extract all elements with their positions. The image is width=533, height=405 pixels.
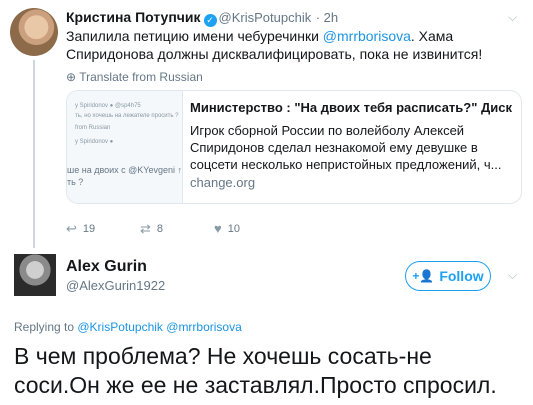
- author-name[interactable]: Кристина Потупчик: [66, 9, 201, 25]
- thumb-line: ше на двоих с @KYevgeni ↑: [67, 165, 183, 175]
- verified-badge-icon: ✓: [203, 14, 217, 27]
- add-user-icon: +👤: [412, 269, 435, 283]
- thumb-line: ть, но хочешь на лежателе просить ?: [75, 113, 179, 119]
- replying-prefix: Replying to: [14, 320, 78, 334]
- thumb-line: ть ?: [67, 177, 84, 187]
- thumb-line: y Spiridonov ● @sp4h75: [75, 103, 141, 109]
- tweet-text: Запилила петицию имени чебуречинки @mrrb…: [66, 27, 521, 63]
- follow-button[interactable]: +👤 Follow: [405, 261, 491, 291]
- tweet-mention[interactable]: @mrrborisova: [323, 28, 411, 44]
- reply-menu-chevron-icon[interactable]: ⌵: [508, 268, 517, 283]
- reply-action[interactable]: ↩ 19: [66, 221, 95, 237]
- retweet-action[interactable]: ⇄ 8: [140, 221, 163, 237]
- retweet-icon: ⇄: [140, 221, 151, 236]
- reply-count: 19: [82, 223, 96, 235]
- card-thumbnail: y Spiridonov ● @sp4h75 ть, но хочешь на …: [67, 91, 183, 203]
- translate-link[interactable]: ⊕ Translate from Russian: [66, 70, 203, 84]
- reply-icon: ↩: [66, 221, 77, 236]
- author-avatar[interactable]: [10, 8, 58, 56]
- thread-line: [33, 60, 35, 248]
- heart-icon: ♥: [214, 221, 222, 236]
- replying-to: Replying to @KrisPotupchik @mrrborisova: [14, 320, 242, 334]
- card-domain: change.org: [190, 175, 256, 190]
- globe-icon: ⊕: [66, 70, 77, 84]
- tweet-text-part: Запилила петицию имени чебуречинки: [66, 28, 323, 44]
- reply-author-avatar[interactable]: [14, 254, 56, 296]
- replying-handles[interactable]: @KrisPotupchik @mrrborisova: [77, 320, 241, 334]
- tweet-time[interactable]: · 2h: [316, 10, 338, 25]
- card-title[interactable]: Министерство : "На двоих тебя расписать?…: [190, 99, 512, 116]
- reply-author-name[interactable]: Alex Gurin: [66, 258, 147, 276]
- reply-text: В чем проблема? Не хочешь сосать-не соси…: [14, 343, 497, 398]
- follow-label: Follow: [439, 268, 484, 284]
- like-action[interactable]: ♥ 10: [214, 221, 240, 236]
- thumb-line: from Russian: [75, 125, 111, 131]
- author-handle[interactable]: @KrisPotupchik: [219, 10, 312, 25]
- translate-label: Translate from Russian: [79, 70, 203, 84]
- retweet-count: 8: [156, 223, 164, 235]
- card-description: Игрок сборной России по волейболу Алексе…: [190, 123, 502, 172]
- like-count: 10: [227, 222, 240, 235]
- reply-author-handle[interactable]: @AlexGurin1922: [66, 278, 165, 293]
- tweet-menu-chevron-icon[interactable]: ⌵: [508, 10, 517, 25]
- thumb-line: y Spiridonov ●: [75, 139, 114, 145]
- tweet-header: Кристина Потупчик ✓ @KrisPotupchik · 2h: [66, 9, 338, 27]
- link-card[interactable]: y Spiridonov ● @sp4h75 ть, но хочешь на …: [66, 90, 522, 204]
